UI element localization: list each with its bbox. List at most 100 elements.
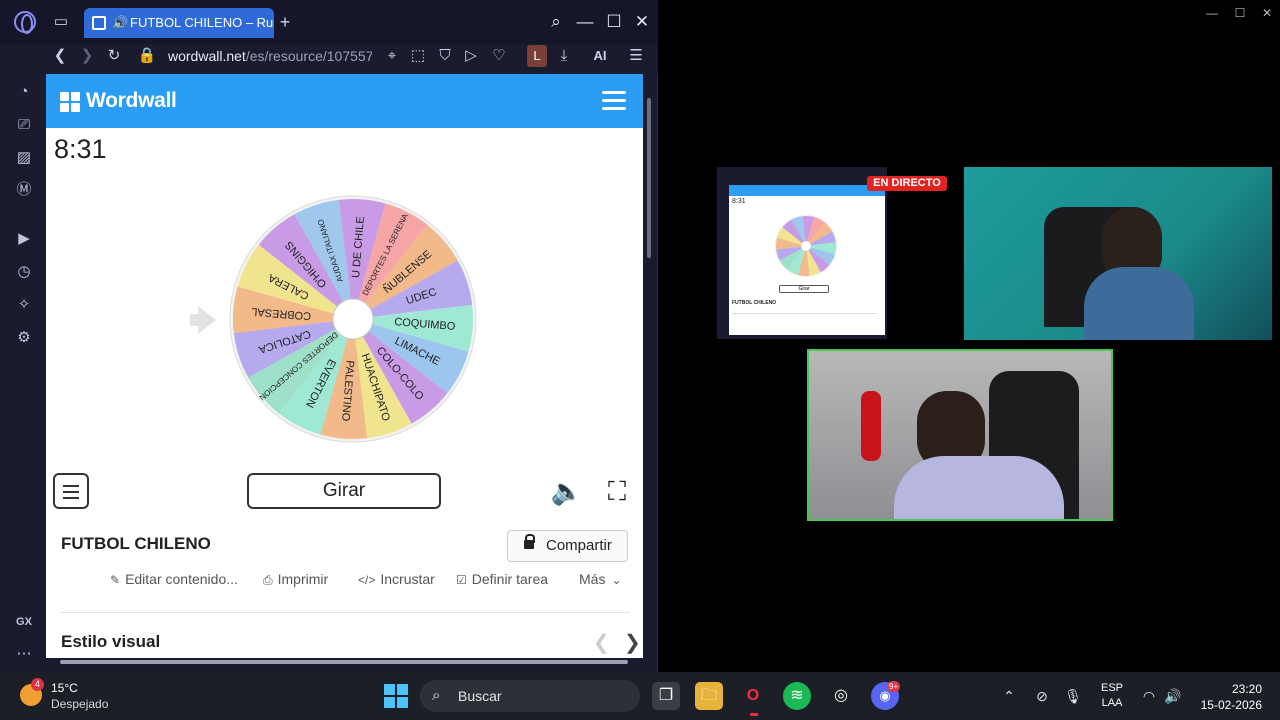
search-icon: ⌕	[432, 687, 441, 704]
cleaner-icon[interactable]: ⎚	[14, 115, 34, 135]
mods-icon[interactable]: Ⓜ	[14, 180, 34, 200]
task-view-icon[interactable]: ❐	[652, 682, 680, 710]
wordwall-logo-icon[interactable]	[60, 92, 80, 112]
mini-page: 8:31 Girar FUTBOL CHILENO	[729, 185, 885, 335]
speaker-icon[interactable]: 🔊	[112, 8, 128, 38]
wifi-icon[interactable]: ◠	[1139, 686, 1159, 706]
wordwall-logo-text[interactable]: Wordwall	[86, 89, 177, 113]
history-icon[interactable]: ◷	[14, 262, 34, 282]
obs-icon[interactable]: ◎	[827, 682, 855, 710]
mini-divider	[732, 313, 877, 314]
sidebar: ◔ ⎚ ▨ Ⓜ ▶ ◷ ✧ ⚙ GX ⋯	[0, 74, 46, 672]
maximize-icon[interactable]: ☐	[602, 10, 626, 34]
weather-description[interactable]: Despejado	[51, 697, 108, 711]
weather-temperature[interactable]: 15°C	[51, 681, 78, 695]
wordwall-header: Wordwall	[46, 74, 643, 128]
hamburger-menu-icon[interactable]	[602, 91, 626, 111]
chevron-left-icon[interactable]: ❮	[593, 630, 610, 655]
vertical-scrollbar[interactable]	[645, 88, 653, 658]
checkbox-icon: ☑	[456, 573, 467, 587]
wheel-hub	[332, 298, 374, 340]
send-icon[interactable]: ▷	[460, 45, 482, 67]
speed-dial-icon[interactable]: ◔	[14, 82, 34, 102]
settings-icon[interactable]: ⚙	[14, 328, 34, 348]
embed-link[interactable]: </> Incrustar	[358, 571, 435, 587]
web-page: Wordwall 8:31 AUDAX ITALIANO U DE CHILE DE…	[46, 74, 643, 664]
extensions-icon[interactable]: ✧	[14, 295, 34, 315]
active-indicator	[750, 713, 758, 716]
mini-title: FUTBOL CHILENO	[732, 300, 777, 306]
stream-screen-capture: 8:31 Girar FUTBOL CHILENO	[717, 167, 887, 339]
gx-corner-icon[interactable]: GX	[14, 612, 34, 632]
start-button[interactable]	[384, 684, 408, 708]
opera-gx-icon[interactable]: O	[739, 682, 767, 710]
taskbar: 4 15°C Despejado ⌕ Buscar ❐ 🗀 O ≋ ◎ ◉ 9+…	[0, 672, 1280, 720]
chevron-down-icon: ⌄	[611, 573, 622, 587]
stream-maximize-icon[interactable]: ☐	[1231, 4, 1249, 22]
more-dropdown[interactable]: Más ⌄	[579, 571, 627, 587]
lock-icon[interactable]: 🔒	[136, 45, 158, 67]
tab-futbol-chileno[interactable]: 🔊 FUTBOL CHILENO – Ru	[84, 8, 274, 38]
pin-icon[interactable]: ⌖	[381, 45, 403, 67]
stream-minimize-icon[interactable]: —	[1203, 4, 1221, 22]
mini-header	[729, 185, 885, 196]
stream-close-icon[interactable]: ✕	[1258, 4, 1276, 22]
tray-expand-icon[interactable]: ⌃	[999, 686, 1019, 706]
forward-icon[interactable]: ❯	[76, 45, 98, 67]
activity-menu-button[interactable]	[53, 473, 89, 509]
spin-wheel[interactable]: AUDAX ITALIANO U DE CHILEDEPORTES LA SERE…	[229, 195, 477, 443]
title-bar: ▭ 🔊 FUTBOL CHILENO – Ru + ⌕ — ☐ ✕	[0, 0, 658, 44]
spotify-icon[interactable]: ≋	[783, 682, 811, 710]
edit-content-link[interactable]: ✎ Editar contenido...	[110, 571, 238, 587]
clock[interactable]: 23:20 15-02-2026	[1196, 681, 1262, 713]
scroll-thumb[interactable]	[647, 98, 651, 258]
desktop: ▭ 🔊 FUTBOL CHILENO – Ru + ⌕ — ☐ ✕ ❮ ❯ ↻ …	[0, 0, 1280, 720]
heart-icon[interactable]: ♡	[488, 45, 510, 67]
microphone-icon[interactable]: 🎙	[1063, 686, 1083, 706]
minimize-icon[interactable]: —	[573, 10, 597, 34]
wordwall-favicon-icon	[92, 16, 106, 30]
activity-title: FUTBOL CHILENO	[61, 534, 211, 553]
back-icon[interactable]: ❮	[49, 45, 71, 67]
shield-icon[interactable]: ⛉	[434, 45, 456, 67]
weather-badge: 4	[31, 678, 44, 691]
live-badge: EN DIRECTO	[867, 176, 947, 191]
print-link[interactable]: ⎙ Imprimir	[263, 571, 328, 588]
close-icon[interactable]: ✕	[630, 10, 654, 34]
volume-icon[interactable]: 🔊	[1163, 686, 1183, 706]
person-body	[894, 456, 1064, 519]
snapshot-icon[interactable]: ⬚	[407, 45, 429, 67]
opera-logo-icon[interactable]	[14, 11, 36, 34]
girar-button[interactable]: Girar	[247, 473, 441, 509]
more-icon[interactable]: ⋯	[14, 644, 34, 664]
player-icon[interactable]: ▶	[14, 229, 34, 249]
tab-islands-icon[interactable]: ▭	[50, 11, 72, 33]
file-explorer-icon[interactable]: 🗀	[695, 682, 723, 710]
search-tabs-icon[interactable]: ⌕	[544, 10, 568, 34]
mini-timer: 8:31	[732, 198, 746, 205]
sound-icon[interactable]: 🔈	[550, 474, 584, 508]
scroll-h-thumb[interactable]	[60, 660, 628, 664]
language-indicator[interactable]: ESP LAA	[1100, 681, 1124, 711]
reload-icon[interactable]: ↻	[103, 45, 125, 67]
chevron-right-icon[interactable]: ❯	[624, 630, 641, 655]
download-icon[interactable]: ⤓	[553, 45, 575, 67]
tray-mic-off-icon[interactable]: ⊘	[1032, 686, 1052, 706]
set-assignment-link[interactable]: ☑ Definir tarea	[456, 571, 548, 587]
url-field[interactable]: wordwall.net/es/resource/107557	[168, 46, 372, 66]
ai-button[interactable]: AI	[585, 45, 615, 67]
tab-title: FUTBOL CHILENO – Ru	[130, 15, 274, 30]
activity-controls: Girar 🔈 ⛶	[46, 470, 643, 514]
wheel-pointer-icon	[198, 306, 216, 334]
new-tab-icon[interactable]: +	[274, 11, 296, 33]
wallpaper-icon[interactable]: ▨	[14, 148, 34, 168]
profile-badge[interactable]: L	[527, 45, 547, 67]
webcam-feed-2	[807, 349, 1113, 521]
horizontal-scrollbar[interactable]	[46, 658, 643, 666]
fullscreen-icon[interactable]: ⛶	[600, 474, 634, 508]
share-button[interactable]: Compartir	[507, 530, 628, 562]
easy-setup-icon[interactable]: ☰	[625, 45, 647, 67]
taskbar-search[interactable]: ⌕ Buscar	[420, 680, 640, 712]
gx-label: GX	[16, 616, 32, 628]
person-body	[1084, 267, 1194, 340]
